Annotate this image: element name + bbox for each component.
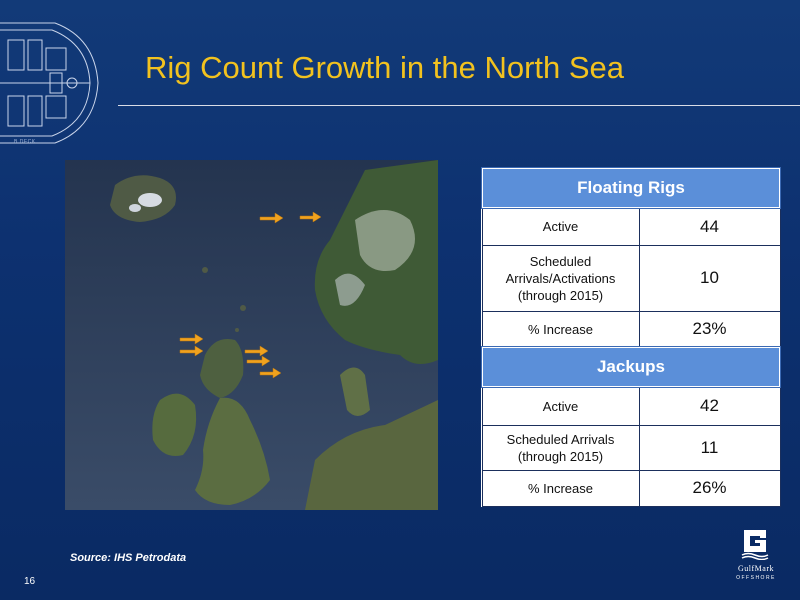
north-sea-map (65, 160, 438, 510)
floating-rigs-heading: Floating Rigs (481, 167, 781, 209)
floating-scheduled-label: Scheduled Arrivals/Activations (through … (481, 244, 640, 312)
jackups-heading: Jackups (481, 346, 781, 388)
floating-increase-label: % Increase (481, 310, 640, 348)
north-sea-satellite-map-icon (65, 160, 438, 510)
floating-scheduled-value: 10 (638, 244, 781, 312)
gulfmark-logo-icon (741, 530, 769, 560)
deck-caption: B DECK (14, 139, 36, 145)
jackups-scheduled-value: 11 (638, 424, 781, 471)
floating-active-value: 44 (638, 207, 781, 246)
logo-name: GulfMark (738, 564, 774, 573)
ship-deck-outline-icon (0, 22, 99, 144)
jackups-scheduled-label: Scheduled Arrivals (through 2015) (481, 424, 640, 471)
floating-rigs-table: Floating Rigs Active 44 Scheduled Arriva… (481, 167, 781, 348)
floating-active-label: Active (481, 207, 640, 246)
logo-subtitle: OFFSHORE (736, 575, 776, 581)
source-note: Source: IHS Petrodata (70, 552, 187, 564)
slide-title: Rig Count Growth in the North Sea (145, 50, 625, 85)
jackups-table: Jackups Active 42 Scheduled Arrivals (th… (481, 346, 781, 507)
jackups-active-value: 42 (638, 386, 781, 426)
page-number: 16 (24, 576, 36, 587)
gulfmark-logo: GulfMark OFFSHORE (724, 528, 784, 588)
jackups-active-label: Active (481, 386, 640, 426)
title-divider (118, 105, 800, 106)
jackups-increase-value: 26% (638, 469, 781, 507)
jackups-increase-label: % Increase (481, 469, 640, 507)
floating-increase-value: 23% (638, 310, 781, 348)
